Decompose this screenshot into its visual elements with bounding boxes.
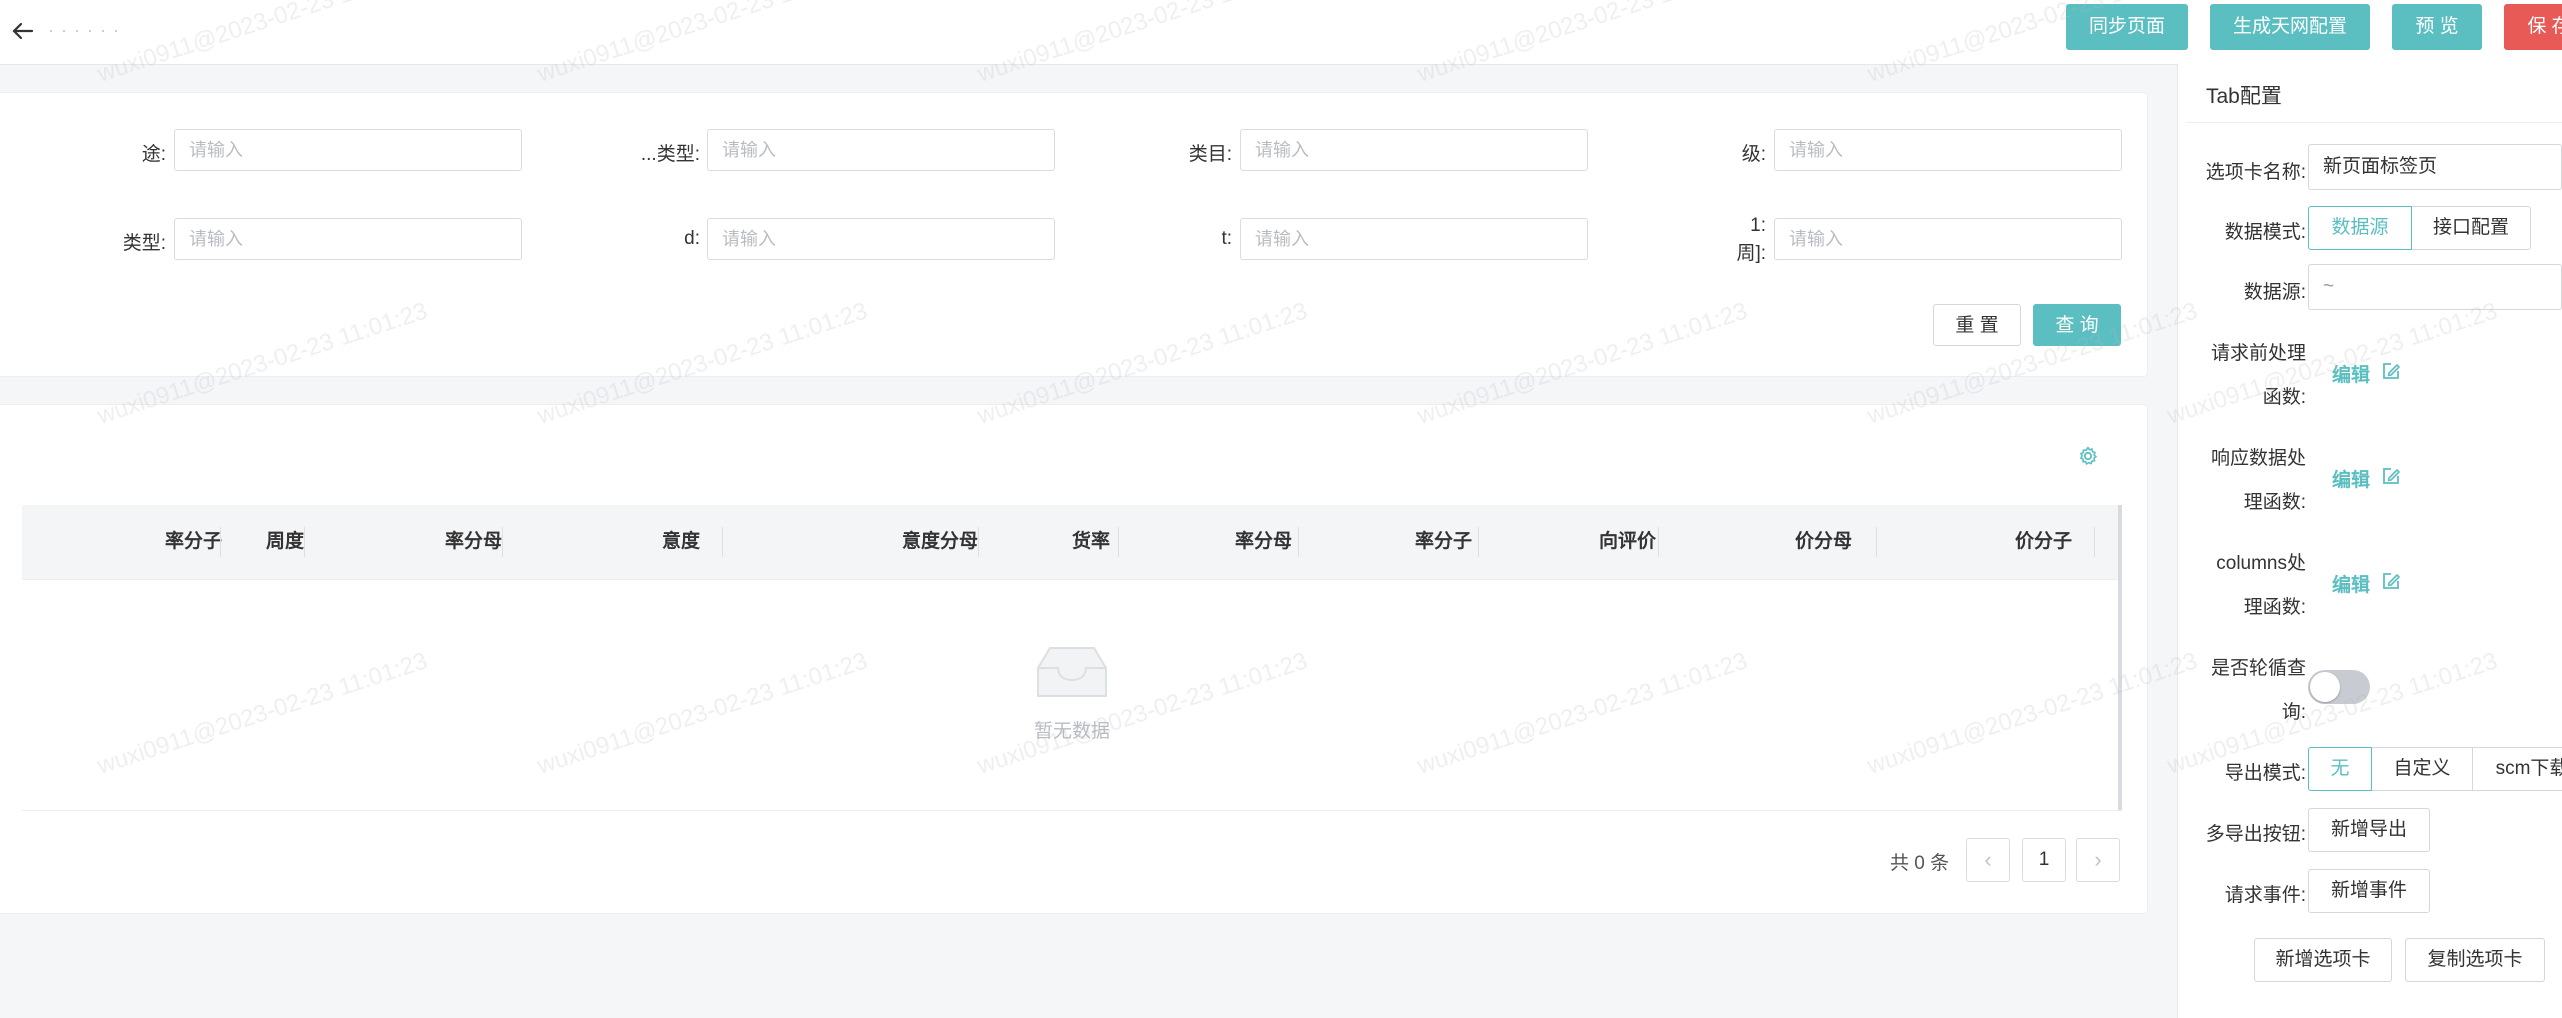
filter-input-6[interactable] (707, 218, 1055, 260)
edit-icon[interactable] (2380, 360, 2402, 382)
column-header-11[interactable]: 价分子 (1962, 505, 2072, 579)
empty-inbox-icon (1037, 647, 1107, 697)
add-tab-button[interactable]: 新增选项卡 (2254, 938, 2392, 982)
polling-label-line2: 询: (2281, 702, 2306, 723)
columns-label-line1: columns处 (2216, 553, 2306, 574)
column-header-8[interactable]: 率分子 (1372, 505, 1472, 579)
top-bar: · · · · · · 同步页面 生成天网配置 预 览 保 存 (0, 0, 2562, 65)
search-button[interactable]: 查 询 (2033, 304, 2121, 346)
filter-label-5: 类型: (122, 233, 166, 254)
data-source-label: 数据源: (2243, 282, 2306, 303)
column-header-10[interactable]: 价分母 (1742, 505, 1852, 579)
column-header-7[interactable]: 率分母 (1192, 505, 1292, 579)
pagination-total: 共 0 条 (1890, 853, 1950, 874)
response-edit-link[interactable]: 编辑 (2332, 465, 2370, 492)
column-header-1[interactable]: 率分子 (132, 505, 222, 579)
column-divider (1658, 527, 1659, 557)
data-source-select[interactable]: ~ (2308, 264, 2562, 310)
tab-name-label: 选项卡名称: (2205, 162, 2306, 183)
polling-toggle-knob (2310, 672, 2340, 702)
pre-request-label-line2: 函数: (2262, 387, 2306, 408)
reset-button[interactable]: 重 置 (1933, 304, 2021, 346)
column-header-4[interactable]: 意度 (622, 505, 700, 579)
generate-config-button[interactable]: 生成天网配置 (2210, 4, 2370, 50)
export-mode-label: 导出模式: (2224, 763, 2306, 784)
polling-label-line1: 是否轮循查 (2210, 658, 2306, 679)
panel-title: Tab配置 (2206, 85, 2282, 108)
filter-input-4[interactable] (1774, 129, 2122, 171)
pre-request-edit-link[interactable]: 编辑 (2332, 360, 2370, 387)
table-bottom-border (22, 810, 2122, 811)
column-header-2[interactable]: 周度 (228, 505, 304, 579)
arrow-left-icon[interactable] (6, 14, 40, 48)
column-divider (978, 527, 979, 557)
filter-label-1: 途: (141, 144, 166, 165)
column-divider (1478, 527, 1479, 557)
filter-input-7[interactable] (1240, 218, 1588, 260)
data-mode-label: 数据模式: (2224, 222, 2306, 243)
filter-label-3: 类目: (1188, 144, 1232, 165)
edit-icon[interactable] (2380, 465, 2402, 487)
export-mode-option-scm[interactable]: scm下载 (2472, 747, 2562, 791)
edit-icon[interactable] (2380, 570, 2402, 592)
filter-label-8: 1: 周]: (1736, 215, 1766, 264)
filter-label-4: 级: (1741, 144, 1766, 165)
column-divider (1298, 527, 1299, 557)
column-divider (722, 527, 723, 557)
response-label-line2: 理函数: (2243, 492, 2306, 513)
data-mode-option-api[interactable]: 接口配置 (2411, 206, 2531, 250)
column-header-3[interactable]: 率分母 (392, 505, 502, 579)
pre-request-label-line1: 请求前处理 (2210, 343, 2306, 364)
column-header-6[interactable]: 货率 (1032, 505, 1110, 579)
export-mode-option-custom[interactable]: 自定义 (2371, 747, 2473, 791)
settings-gear-icon[interactable] (2076, 444, 2100, 468)
columns-edit-link[interactable]: 编辑 (2332, 570, 2370, 597)
multi-export-label: 多导出按钮: (2205, 824, 2306, 845)
copy-tab-button[interactable]: 复制选项卡 (2405, 938, 2545, 982)
prev-page-button[interactable]: ‹ (1966, 838, 2010, 882)
response-label-line1: 响应数据处 (2210, 448, 2306, 469)
page-number-button[interactable]: 1 (2022, 838, 2066, 882)
filter-input-1[interactable] (174, 129, 522, 171)
filter-input-2[interactable] (707, 129, 1055, 171)
filter-input-5[interactable] (174, 218, 522, 260)
page-title: · · · · · · (48, 20, 120, 40)
add-event-button[interactable]: 新增事件 (2308, 869, 2430, 913)
column-divider (1118, 527, 1119, 557)
add-export-button[interactable]: 新增导出 (2308, 808, 2430, 852)
table-scrollbar[interactable] (2118, 505, 2122, 810)
columns-label-line2: 理函数: (2243, 597, 2306, 618)
filter-input-8[interactable] (1774, 218, 2122, 260)
export-mode-option-none[interactable]: 无 (2308, 747, 2372, 791)
column-header-5[interactable]: 意度分母 (842, 505, 978, 579)
filter-label-7: t: (1221, 228, 1232, 249)
empty-state-text: 暂无数据 (1033, 721, 1110, 742)
column-divider (220, 527, 221, 557)
panel-divider (2186, 122, 2562, 123)
column-header-9[interactable]: 向评价 (1552, 505, 1656, 579)
column-divider (1876, 527, 1877, 557)
filter-label-6: d: (684, 228, 700, 249)
next-page-button[interactable]: › (2076, 838, 2120, 882)
filter-label-2: ...类型: (640, 144, 700, 165)
column-divider (2094, 527, 2095, 557)
column-divider (502, 527, 503, 557)
table-header: 率分子 周度 率分母 意度 意度分母 货率 率分母 率分子 向评价 价分母 价分… (22, 505, 2120, 580)
sync-page-button[interactable]: 同步页面 (2066, 4, 2188, 50)
filter-input-3[interactable] (1240, 129, 1588, 171)
tab-name-input[interactable]: 新页面标签页 (2308, 144, 2562, 190)
column-divider (304, 527, 305, 557)
request-event-label: 请求事件: (2224, 885, 2306, 906)
preview-button[interactable]: 预 览 (2392, 4, 2482, 50)
data-mode-option-datasource[interactable]: 数据源 (2308, 206, 2412, 250)
save-button[interactable]: 保 存 (2504, 4, 2562, 50)
